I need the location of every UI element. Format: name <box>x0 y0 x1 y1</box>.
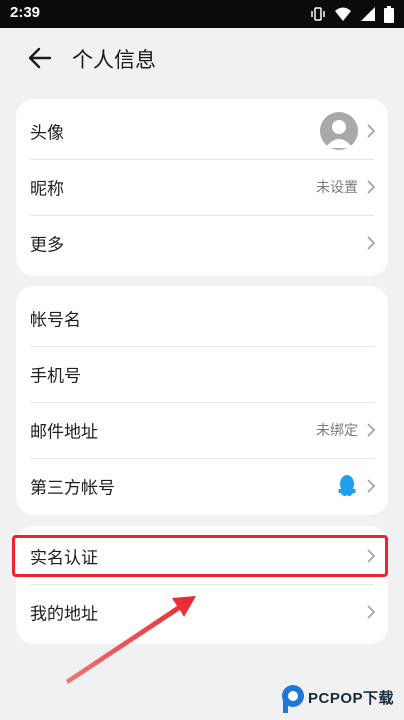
row-avatar[interactable]: 头像 <box>16 103 388 159</box>
battery-icon <box>384 5 394 23</box>
row-label: 手机号 <box>30 366 81 387</box>
back-arrow-icon[interactable] <box>26 44 54 72</box>
page-title: 个人信息 <box>72 48 156 72</box>
row-nickname[interactable]: 昵称 未设置 <box>16 159 388 215</box>
verification-card: 实名认证 我的地址 <box>16 526 388 644</box>
vibrate-icon <box>311 7 325 21</box>
row-label: 第三方帐号 <box>30 478 115 499</box>
wifi-icon <box>335 7 351 21</box>
avatar <box>320 112 358 150</box>
watermark: PCPOP下载 <box>278 682 402 716</box>
row-label: 我的地址 <box>30 604 98 625</box>
row-third-party[interactable]: 第三方帐号 <box>16 458 388 514</box>
status-icons <box>310 5 394 23</box>
chevron-right-icon <box>367 549 376 563</box>
chevron-right-icon <box>367 236 376 250</box>
profile-basic-card: 头像 昵称 未设置 更多 <box>16 99 388 276</box>
row-account-name[interactable]: 帐号名 <box>16 290 388 346</box>
row-real-name-verification[interactable]: 实名认证 <box>16 528 388 584</box>
chevron-right-icon <box>367 423 376 437</box>
row-more[interactable]: 更多 <box>16 215 388 271</box>
row-value: 未绑定 <box>316 423 358 439</box>
row-label: 更多 <box>30 235 64 256</box>
row-value: 未设置 <box>316 180 358 196</box>
status-time: 2:39 <box>10 4 41 21</box>
person-icon <box>325 120 353 148</box>
row-my-address[interactable]: 我的地址 <box>16 584 388 640</box>
row-label: 头像 <box>30 123 64 144</box>
row-label: 昵称 <box>30 179 64 200</box>
chevron-right-icon <box>367 605 376 619</box>
row-label: 邮件地址 <box>30 422 98 443</box>
header: 个人信息 <box>0 28 404 90</box>
chevron-right-icon <box>367 479 376 493</box>
row-phone[interactable]: 手机号 <box>16 346 388 402</box>
status-bar: 2:39 <box>0 0 404 28</box>
row-email[interactable]: 邮件地址 未绑定 <box>16 402 388 458</box>
pcpop-logo-icon <box>282 685 304 713</box>
row-label: 帐号名 <box>30 310 81 331</box>
chevron-right-icon <box>367 124 376 138</box>
watermark-text: PCPOP下载 <box>308 690 395 707</box>
signal-icon <box>361 7 375 21</box>
row-label: 实名认证 <box>30 548 98 569</box>
qq-icon <box>338 475 356 497</box>
account-card: 帐号名 手机号 邮件地址 未绑定 第三方帐号 <box>16 286 388 515</box>
chevron-right-icon <box>367 180 376 194</box>
